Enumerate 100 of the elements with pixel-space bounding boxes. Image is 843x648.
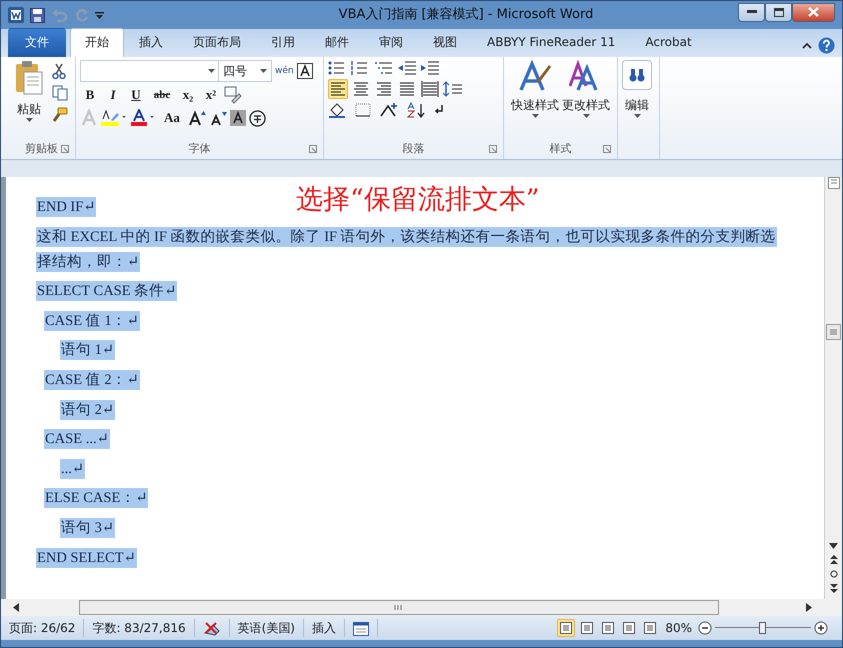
scroll-right-icon xyxy=(806,603,812,612)
document-paragraph: CASE 值 1：↵ xyxy=(44,310,140,331)
word-count-status[interactable]: 字数: 83/27,816 xyxy=(84,619,195,637)
dropdown-arrow-icon xyxy=(208,69,215,73)
document-paragraph: 语句 1↵ xyxy=(60,340,116,360)
insert-mode-status[interactable]: 插入 xyxy=(304,619,345,637)
enclose-character-icon[interactable] xyxy=(249,110,266,126)
ribbon-tab[interactable]: ABBYY FineReader 11 xyxy=(472,28,630,57)
zoom-level[interactable]: 80% xyxy=(665,619,692,637)
zoom-slider-thumb[interactable] xyxy=(759,622,766,634)
ruler-toggle-icon xyxy=(828,177,840,189)
ribbon-tab[interactable]: Acrobat xyxy=(630,28,707,57)
ribbon-tab[interactable]: 开始 xyxy=(70,28,124,57)
scroll-thumb-icon xyxy=(826,324,841,340)
italic-button[interactable]: I xyxy=(103,85,123,105)
dropdown-arrow-icon xyxy=(26,118,32,122)
copy-icon[interactable] xyxy=(52,85,68,101)
group-label: 样式 xyxy=(550,142,572,155)
maximize-icon xyxy=(774,8,784,16)
ribbon-tab[interactable]: 引用 xyxy=(256,28,310,57)
multilevel-list-icon[interactable] xyxy=(374,60,394,76)
dialog-launcher-icon[interactable] xyxy=(489,145,497,153)
word-app-icon[interactable] xyxy=(8,7,24,23)
change-case-button[interactable]: Aa xyxy=(159,108,185,128)
document-paragraph: 语句 3↵ xyxy=(60,518,116,538)
minimize-button[interactable] xyxy=(738,2,765,22)
window-title: VBA入门指南 [兼容模式] - Microsoft Word xyxy=(338,6,594,24)
dialog-launcher-icon[interactable] xyxy=(61,145,69,153)
phonetic-guide-button[interactable]: wén xyxy=(275,66,294,76)
subscript-button[interactable]: x₂ xyxy=(178,85,198,105)
grow-font-icon[interactable] xyxy=(188,110,206,126)
group-label: 字体 xyxy=(188,142,210,155)
highlight-icon[interactable] xyxy=(101,109,127,127)
macro-record-icon[interactable] xyxy=(353,622,369,636)
character-border-icon[interactable] xyxy=(296,63,313,79)
maximize-button[interactable] xyxy=(765,2,792,22)
close-button[interactable] xyxy=(792,2,835,22)
zoom-in-icon[interactable] xyxy=(814,621,828,635)
cut-icon[interactable] xyxy=(52,63,66,79)
align-left-button[interactable] xyxy=(328,79,348,99)
line-spacing-icon[interactable] xyxy=(443,81,463,97)
scroll-thumb-icon xyxy=(79,600,719,615)
document-paragraph: ELSE CASE：↵ xyxy=(44,488,148,508)
sort-icon[interactable] xyxy=(406,102,426,118)
group-label: 剪贴板 xyxy=(25,142,58,155)
font-color-icon[interactable] xyxy=(130,109,156,127)
font-name-field[interactable] xyxy=(80,60,220,82)
document-paragraph: END IF↵ xyxy=(36,197,96,217)
alignment-button[interactable] xyxy=(420,79,440,99)
decrease-indent-icon[interactable] xyxy=(397,60,417,76)
bold-button[interactable]: B xyxy=(80,85,100,105)
view-button[interactable] xyxy=(557,619,576,637)
collapse-ribbon-icon[interactable] xyxy=(802,42,812,49)
zoom-slider[interactable] xyxy=(715,621,811,635)
ribbon-tab[interactable]: 视图 xyxy=(418,28,472,57)
customize-menu-icon[interactable] xyxy=(95,10,104,20)
annotation-text: 选择“保留流排文本” xyxy=(296,183,540,217)
save-icon[interactable] xyxy=(30,8,45,22)
group-label: 段落 xyxy=(402,142,424,155)
browse-object-icon xyxy=(830,570,838,578)
dropdown-arrow-icon xyxy=(260,69,267,73)
next-page-icon xyxy=(830,584,838,593)
binoculars-icon xyxy=(622,60,652,90)
change-styles-button[interactable]: 更改样式 xyxy=(562,60,610,141)
format-painter-icon[interactable] xyxy=(52,107,68,123)
ribbon-tab[interactable]: 审阅 xyxy=(364,28,418,57)
shading-icon[interactable] xyxy=(328,102,348,118)
brush-letter-icon xyxy=(518,60,552,92)
quick-styles-button[interactable]: 快速样式 xyxy=(511,60,559,141)
document-paragraph: CASE 值 2：↵ xyxy=(44,370,140,390)
dialog-launcher-icon[interactable] xyxy=(603,145,611,153)
scroll-left-icon xyxy=(13,603,19,612)
underline-button[interactable]: U xyxy=(126,85,146,105)
editing-button[interactable]: 编辑 xyxy=(622,60,652,118)
scroll-down-icon xyxy=(829,543,838,549)
spelling-check-icon[interactable] xyxy=(202,620,221,637)
character-shading-icon[interactable] xyxy=(230,110,246,126)
increase-indent-icon[interactable] xyxy=(420,60,440,76)
document-paragraph: 择结构，即：↵ xyxy=(36,252,140,272)
shrink-font-icon[interactable] xyxy=(209,110,227,126)
font-size-field[interactable]: 四号 xyxy=(218,60,272,82)
ribbon-tab[interactable]: 插入 xyxy=(124,28,178,57)
previous-page-icon xyxy=(830,555,838,564)
strikethrough-button[interactable]: abc xyxy=(149,85,175,105)
page-number-status[interactable]: 页面: 26/62 xyxy=(1,619,84,637)
superscript-button[interactable]: x² xyxy=(201,85,221,105)
vertical-scrollbar[interactable] xyxy=(824,177,842,599)
file-tab[interactable]: 文件 xyxy=(8,28,66,57)
language-status[interactable]: 英语(美国) xyxy=(230,619,304,637)
document-paragraph: SELECT CASE 条件↵ xyxy=(36,281,178,302)
zoom-out-icon[interactable] xyxy=(698,621,712,635)
horizontal-scrollbar[interactable] xyxy=(1,599,842,616)
document-paragraph: ...↵ xyxy=(60,458,86,479)
minimize-icon xyxy=(746,10,756,14)
clear-formatting-icon[interactable] xyxy=(224,86,242,104)
ribbon-tab[interactable]: 页面布局 xyxy=(178,28,256,57)
dialog-launcher-icon[interactable] xyxy=(309,145,317,153)
paste-button[interactable]: 粘贴 xyxy=(12,60,46,141)
help-icon[interactable] xyxy=(818,37,835,54)
ribbon-tab[interactable]: 邮件 xyxy=(310,28,364,57)
